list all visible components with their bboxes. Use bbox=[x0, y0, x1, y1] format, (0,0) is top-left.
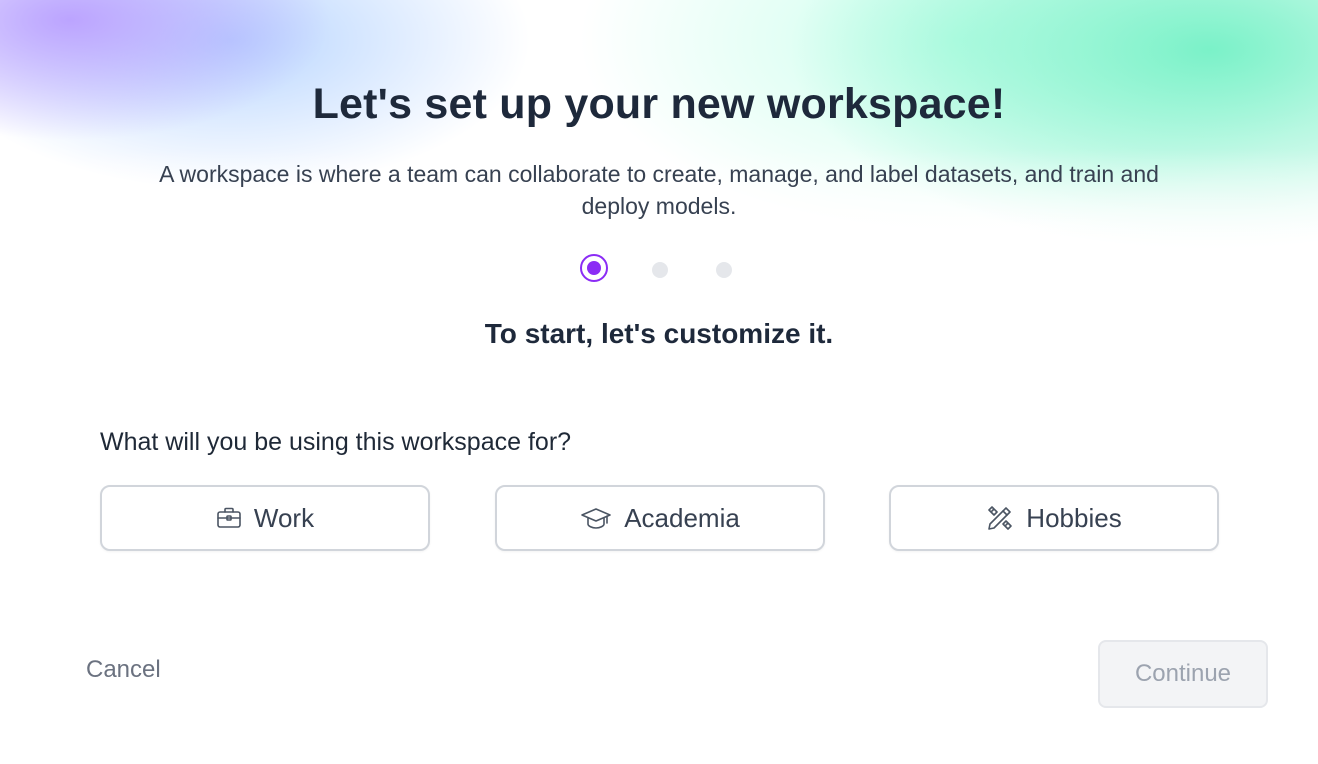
header-gradient-fade bbox=[0, 0, 1318, 270]
page-subtitle: A workspace is where a team can collabor… bbox=[159, 161, 1159, 219]
pencil-ruler-icon bbox=[986, 504, 1014, 532]
step-1-active-indicator bbox=[580, 254, 608, 282]
hobbies-option-button[interactable]: Hobbies bbox=[889, 485, 1219, 551]
usage-question: What will you be using this workspace fo… bbox=[100, 428, 572, 456]
academia-option-button[interactable]: Academia bbox=[495, 485, 825, 551]
academia-option-label: Academia bbox=[624, 502, 740, 533]
section-title: To start, let's customize it. bbox=[484, 318, 834, 349]
briefcase-icon bbox=[216, 506, 242, 530]
page-title: Let's set up your new workspace! bbox=[312, 80, 1006, 128]
onboarding-page: Let's set up your new workspace! A works… bbox=[0, 0, 1318, 764]
cancel-button[interactable]: Cancel bbox=[86, 656, 161, 684]
step-3-indicator bbox=[716, 262, 732, 278]
hobbies-option-label: Hobbies bbox=[1026, 502, 1122, 533]
step-1-active-dot bbox=[587, 261, 601, 275]
graduation-cap-icon bbox=[580, 506, 612, 530]
continue-button[interactable]: Continue bbox=[1098, 640, 1268, 708]
work-option-label: Work bbox=[253, 502, 315, 533]
work-option-button[interactable]: Work bbox=[100, 485, 430, 551]
step-2-indicator bbox=[652, 262, 668, 278]
step-indicator bbox=[0, 254, 1318, 286]
